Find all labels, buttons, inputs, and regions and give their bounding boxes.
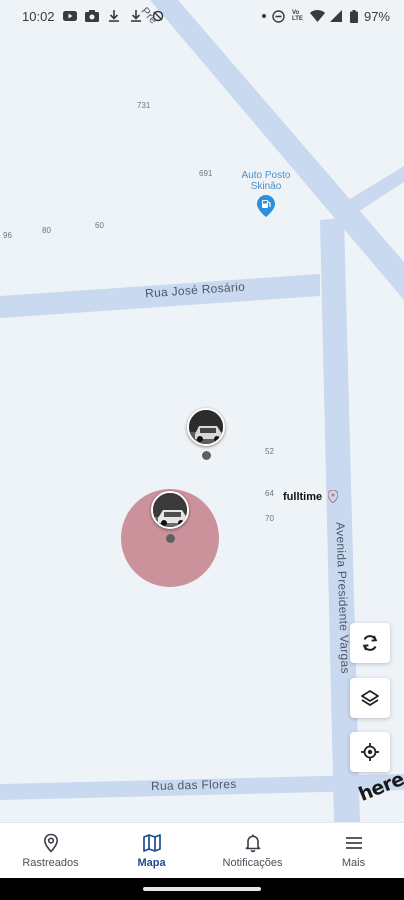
bottom-navigation: Rastreados Mapa Notificações Mais xyxy=(0,822,404,878)
system-gesture-bar xyxy=(0,878,404,900)
layers-icon xyxy=(361,690,379,706)
house-number: 52 xyxy=(265,447,274,456)
house-number: 80 xyxy=(42,226,51,235)
home-indicator[interactable] xyxy=(143,887,261,891)
my-location-button[interactable] xyxy=(350,732,390,772)
diagonal-road xyxy=(150,0,404,300)
vehicle-1-position-dot xyxy=(202,451,211,460)
nav-label: Mais xyxy=(341,856,366,869)
house-number: 64 xyxy=(265,489,274,498)
camera-icon xyxy=(84,10,99,22)
signal-icon xyxy=(329,10,344,22)
nav-label: Mapa xyxy=(137,856,166,869)
street-label-rua-das-flores: Rua das Flores xyxy=(150,776,237,794)
battery-icon xyxy=(349,10,358,23)
my-location-icon xyxy=(361,743,379,761)
location-pin-icon xyxy=(327,489,339,504)
nav-item-mais[interactable]: Mais xyxy=(303,823,404,878)
nav-label: Rastreados xyxy=(22,856,79,869)
location-pin-icon xyxy=(43,833,58,853)
poi-name-line2: Skinão xyxy=(250,181,282,192)
poi-name-line1: Auto Posto xyxy=(241,170,291,181)
refresh-icon xyxy=(362,635,378,651)
youtube-icon xyxy=(62,10,77,22)
download-icon xyxy=(107,10,121,22)
nav-label: Notificações xyxy=(222,856,283,869)
dot-icon xyxy=(261,14,266,18)
download-icon xyxy=(129,10,143,22)
menu-icon xyxy=(345,836,362,849)
vehicle-2-position-dot xyxy=(166,534,175,543)
house-number: 60 xyxy=(95,221,104,230)
place-label: fulltime xyxy=(283,490,323,503)
volte-icon: Vo LTE xyxy=(291,10,303,22)
nav-item-mapa[interactable]: Mapa xyxy=(101,823,202,878)
bell-icon xyxy=(245,834,260,852)
place-fulltime[interactable]: fulltime xyxy=(283,489,339,504)
status-bar: 10:02 Vo LTE 97% xyxy=(0,0,404,32)
layers-button[interactable] xyxy=(350,678,390,718)
fuel-station-icon xyxy=(257,195,275,217)
poi-auto-posto[interactable]: Auto Posto Skinão xyxy=(226,170,306,217)
status-time: 10:02 xyxy=(22,8,55,24)
sync-icon xyxy=(151,10,165,22)
nav-item-notificacoes[interactable]: Notificações xyxy=(202,823,303,878)
house-number: 691 xyxy=(199,169,213,178)
map-icon xyxy=(142,833,161,852)
house-number: 731 xyxy=(137,101,151,110)
refresh-button[interactable] xyxy=(350,623,390,663)
do-not-disturb-icon xyxy=(272,10,286,23)
vehicle-marker-2[interactable] xyxy=(151,491,189,529)
vehicle-marker-1[interactable] xyxy=(187,408,225,446)
house-number: 70 xyxy=(265,514,274,523)
battery-percent: 97% xyxy=(363,8,390,24)
nav-item-rastreados[interactable]: Rastreados xyxy=(0,823,101,878)
house-number: 96 xyxy=(3,231,12,240)
wifi-icon xyxy=(309,10,325,22)
map-view[interactable]: Pre 731 691 96 80 60 52 64 70 Auto Posto… xyxy=(0,0,404,822)
